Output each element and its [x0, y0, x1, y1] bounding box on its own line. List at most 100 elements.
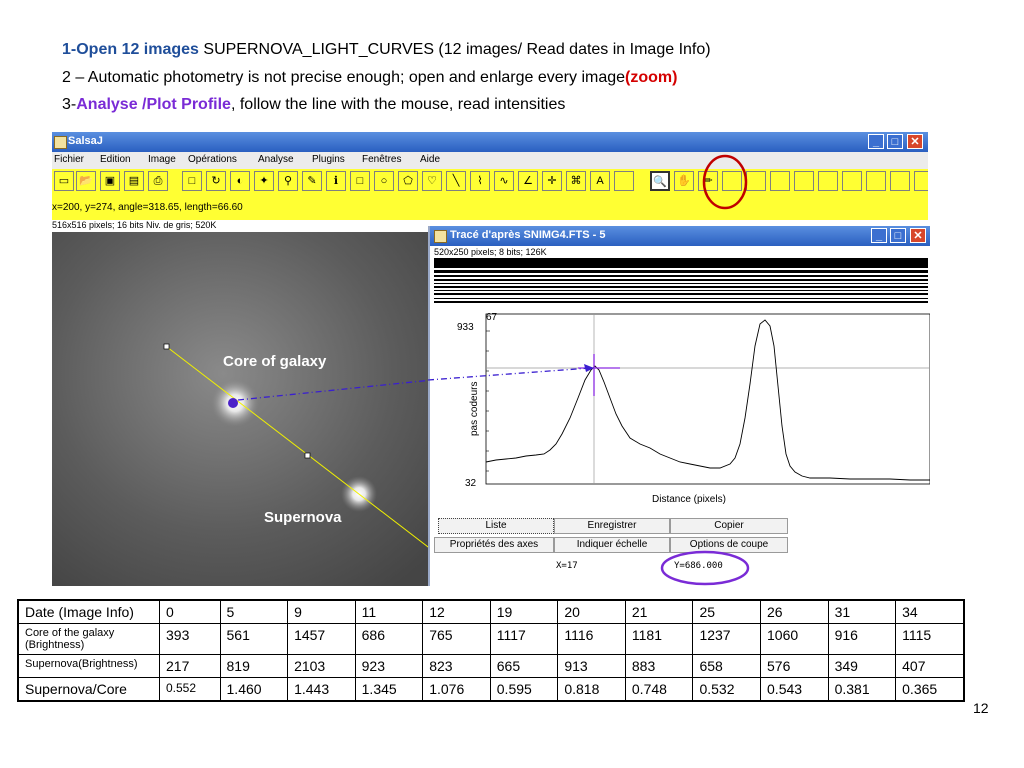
save-icon[interactable]: ▣	[100, 171, 120, 191]
freehand-tool-icon[interactable]: ♡	[422, 171, 442, 191]
instruction-2-zoom: (zoom)	[625, 69, 678, 86]
empty-tool-slot[interactable]	[770, 171, 790, 191]
supernova-label: Supernova	[264, 509, 342, 526]
table-cell: 349	[827, 654, 897, 678]
table-cell: 26	[760, 599, 829, 624]
contrast-icon[interactable]: ◐	[230, 171, 250, 191]
menu-item-7[interactable]: Aide	[420, 154, 440, 165]
profile-close-button[interactable]: ✕	[910, 228, 926, 243]
table-cell: 0.552	[159, 677, 221, 702]
table-cell: 665	[489, 654, 559, 678]
rotate-icon[interactable]: ↻	[206, 171, 226, 191]
core-label: Core of galaxy	[223, 353, 327, 370]
menu-item-4[interactable]: Analyse	[258, 154, 294, 165]
table-cell: 883	[624, 654, 694, 678]
proprietes-axes-button[interactable]: Propriétés des axes	[434, 537, 554, 553]
empty-tool-slot[interactable]	[866, 171, 886, 191]
table-cell: 1060	[760, 623, 829, 655]
menu-item-1[interactable]: Edition	[100, 154, 131, 165]
profile-strip	[434, 258, 928, 303]
x-axis-label: Distance (pixels)	[652, 494, 726, 505]
table-cell: 0.532	[692, 677, 762, 702]
line-handle-middle[interactable]	[304, 452, 311, 459]
row-label: Date (Image Info)	[17, 599, 160, 624]
minimize-button[interactable]: _	[868, 134, 884, 149]
wand-select-icon[interactable]: ⌘	[566, 171, 586, 191]
blank-tool-icon[interactable]	[614, 171, 634, 191]
empty-tool-slot[interactable]	[794, 171, 814, 191]
profile-info-text: 520x250 pixels; 8 bits; 126K	[434, 247, 547, 257]
galaxy-image[interactable]: Core of galaxy Supernova	[52, 232, 432, 586]
row-label: Core of the galaxy (Brightness)	[17, 623, 160, 655]
enregistrer-button[interactable]: Enregistrer	[554, 518, 670, 534]
profile-minimize-button[interactable]: _	[871, 228, 887, 243]
segmented-line-icon[interactable]: ⌇	[470, 171, 490, 191]
instruction-3-prefix: 3-	[62, 96, 77, 113]
save-all-icon[interactable]: ▤	[124, 171, 144, 191]
table-cell: 0.365	[895, 677, 965, 702]
x-readout: X=17	[556, 561, 578, 571]
open-folder-icon[interactable]: 📂	[76, 171, 96, 191]
instruction-line-3: 3-Analyse /Plot Profile, follow the line…	[62, 96, 565, 114]
profile-title-bar[interactable]: Tracé d'après SNIMG4.FTS - 5 _ □ ✕	[430, 226, 930, 246]
empty-tool-slot[interactable]	[842, 171, 862, 191]
menu-item-5[interactable]: Plugins	[312, 154, 345, 165]
table-cell: 1.345	[354, 677, 424, 702]
empty-tool-slot[interactable]	[890, 171, 910, 191]
table-cell: 0.748	[624, 677, 694, 702]
oval-tool-icon[interactable]: ○	[374, 171, 394, 191]
polygon-tool-icon[interactable]: ⬠	[398, 171, 418, 191]
table-row: Core of the galaxy (Brightness) 393 561 145…	[17, 623, 965, 655]
table-cell: 576	[760, 654, 829, 678]
instruction-2-text: 2 – Automatic photometry is not precise …	[62, 69, 626, 86]
table-cell: 765	[422, 623, 491, 655]
liste-button[interactable]: Liste	[438, 518, 554, 534]
table-cell: 20	[557, 599, 626, 624]
menu-item-6[interactable]: Fenêtres	[362, 154, 401, 165]
crosshair-tool-icon[interactable]: ✛	[542, 171, 562, 191]
table-cell: 9	[287, 599, 356, 624]
line-tool-icon[interactable]: ╲	[446, 171, 466, 191]
table-cell: 0	[159, 599, 221, 624]
rectangle-select-icon[interactable]: □	[182, 171, 202, 191]
salsaj-title-bar[interactable]: SalsaJ _ □ ✕	[52, 132, 928, 152]
table-cell: 658	[692, 654, 762, 678]
y-min-label: 32	[465, 478, 477, 489]
zoom-tool-icon[interactable]: 🔍	[650, 171, 670, 191]
indiquer-echelle-button[interactable]: Indiquer échelle	[554, 537, 670, 553]
table-row: Supernova/Core 0.552 1.460 1.443 1.345 1.076 0…	[17, 677, 965, 702]
close-button[interactable]: ✕	[907, 134, 923, 149]
table-cell: 923	[354, 654, 424, 678]
menu-item-2[interactable]: Image	[148, 154, 176, 165]
menu-item-3[interactable]: Opérations	[188, 154, 237, 165]
empty-tool-slot[interactable]	[818, 171, 838, 191]
profile-maximize-button[interactable]: □	[890, 228, 906, 243]
info-icon[interactable]: ℹ	[326, 171, 346, 191]
freehand-line-icon[interactable]: ∿	[494, 171, 514, 191]
page-number: 12	[973, 700, 989, 716]
line-handle-start[interactable]	[163, 343, 170, 350]
table-cell: 913	[557, 654, 626, 678]
profile-title: Tracé d'après SNIMG4.FTS - 5	[450, 229, 606, 241]
instruction-1-bold: 1-Open 12 images	[62, 41, 199, 58]
text-tool-icon[interactable]: A	[590, 171, 610, 191]
dropper-icon[interactable]: ✎	[302, 171, 322, 191]
magic-wand-icon[interactable]: ✦	[254, 171, 274, 191]
copier-button[interactable]: Copier	[670, 518, 788, 534]
menu-item-0[interactable]: Fichier	[54, 154, 84, 165]
table-cell: 1181	[624, 623, 694, 655]
maximize-button[interactable]: □	[887, 134, 903, 149]
readout-highlight-ellipse	[660, 550, 750, 586]
print-icon[interactable]: ⎙	[148, 171, 168, 191]
measure-icon[interactable]: ⚲	[278, 171, 298, 191]
table-row: Supernova(Brightness) 217 819 2103 923 823 665…	[17, 654, 965, 678]
empty-tool-slot[interactable]	[914, 171, 928, 191]
rectangle-tool-icon[interactable]: □	[350, 171, 370, 191]
profile-plot[interactable]: 933 67 32 pas codeurs Distance (pixels)	[430, 306, 930, 516]
angle-tool-icon[interactable]: ∠	[518, 171, 538, 191]
new-file-icon[interactable]: ▭	[54, 171, 74, 191]
table-cell: 1117	[489, 623, 559, 655]
plot-frame	[485, 313, 930, 485]
table-cell: 25	[692, 599, 762, 624]
hand-tool-icon[interactable]: ✋	[674, 171, 694, 191]
